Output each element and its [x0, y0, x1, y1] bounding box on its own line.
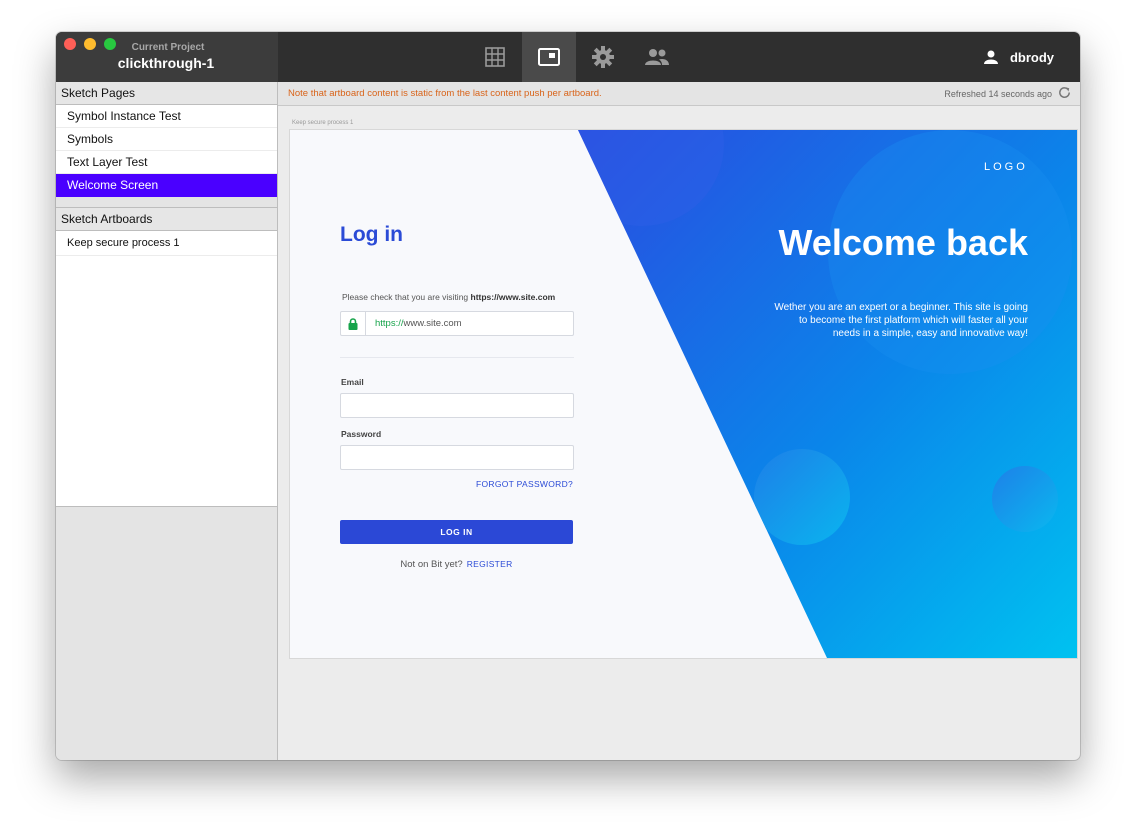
collaborators-button[interactable] [630, 32, 684, 82]
security-check-prefix: Please check that you are visiting [342, 292, 471, 302]
user-menu[interactable]: dbrody [983, 32, 1054, 82]
artboard-preview[interactable]: LOGO Welcome back Wether you are an expe… [290, 130, 1077, 658]
password-field[interactable] [340, 445, 574, 470]
page-item-welcome-screen[interactable]: Welcome Screen [56, 174, 277, 197]
artboard-item-keep-secure-process-1[interactable]: Keep secure process 1 [56, 231, 277, 256]
register-prompt: Not on Bit yet? REGISTER [340, 559, 573, 570]
artboard-view-button[interactable] [522, 32, 576, 82]
project-label: Current Project [131, 42, 205, 53]
forgot-password-link[interactable]: FORGOT PASSWORD? [476, 479, 573, 489]
refresh-icon [1059, 87, 1070, 98]
sidebar: Sketch Pages Symbol Instance Test Symbol… [56, 82, 278, 760]
artboard-preview-icon [538, 48, 560, 66]
sketch-artboards-header: Sketch Artboards [56, 208, 277, 231]
title-bar: Current Project clickthrough-1 dbrody [56, 32, 1080, 82]
sidebar-spacer [56, 197, 277, 208]
project-block: Current Project clickthrough-1 [56, 32, 278, 82]
gear-icon [592, 46, 614, 68]
lock-icon-box [341, 312, 366, 335]
login-title: Log in [340, 223, 403, 246]
app-window: Current Project clickthrough-1 dbrody Sk… [56, 32, 1080, 760]
refresh-status: Refreshed 14 seconds ago [944, 89, 1052, 99]
sketch-pages-header: Sketch Pages [56, 82, 277, 105]
grid-view-button[interactable] [468, 32, 522, 82]
welcome-description: Wether you are an expert or a beginner. … [774, 302, 1028, 339]
url-host: www.site.com [403, 318, 462, 329]
lock-icon [348, 317, 358, 330]
email-field[interactable] [340, 393, 574, 418]
static-content-notice: Note that artboard content is static fro… [288, 88, 602, 99]
minimize-window-button[interactable] [84, 38, 96, 50]
page-item-symbol-instance-test[interactable]: Symbol Instance Test [56, 105, 277, 128]
user-icon [983, 50, 998, 64]
login-button[interactable]: LOG IN [340, 520, 573, 544]
email-label: Email [341, 377, 364, 387]
users-icon [645, 49, 669, 65]
sketch-pages-list: Symbol Instance Test Symbols Text Layer … [56, 105, 277, 197]
welcome-title: Welcome back [778, 222, 1028, 263]
settings-button[interactable] [576, 32, 630, 82]
page-item-symbols[interactable]: Symbols [56, 128, 277, 151]
password-label: Password [341, 429, 382, 439]
form-divider [340, 357, 574, 358]
register-link[interactable]: REGISTER [467, 559, 513, 569]
project-name: clickthrough-1 [117, 55, 215, 71]
notice-bar: Note that artboard content is static fro… [278, 82, 1080, 106]
hero-logo: LOGO [984, 161, 1028, 173]
security-check-text: Please check that you are visiting https… [342, 292, 555, 302]
close-window-button[interactable] [64, 38, 76, 50]
zoom-window-button[interactable] [104, 38, 116, 50]
page-item-text-layer-test[interactable]: Text Layer Test [56, 151, 277, 174]
grid-icon [485, 47, 505, 67]
url-text: https://www.site.com [375, 318, 462, 329]
refresh-button[interactable] [1057, 85, 1072, 105]
sketch-artboards-list: Keep secure process 1 [56, 231, 277, 507]
artboard-title: Keep secure process 1 [292, 120, 354, 126]
security-check-url: https://www.site.com [470, 292, 556, 302]
not-on-bit-text: Not on Bit yet? [400, 559, 463, 570]
user-name: dbrody [1009, 49, 1054, 65]
url-protocol: https:// [375, 318, 404, 329]
url-display: https://www.site.com [340, 311, 574, 336]
